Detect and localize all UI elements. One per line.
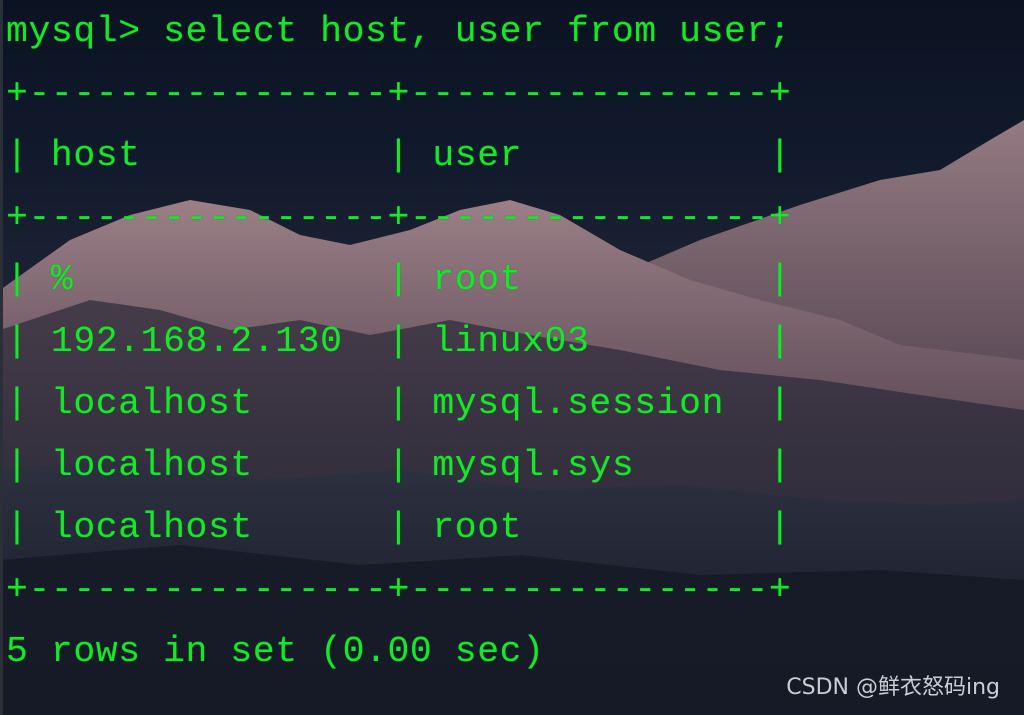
command-line: mysql> select host, user from user; — [6, 11, 792, 52]
table-header-row: | host | user | — [6, 135, 792, 176]
table-row: | localhost | mysql.session | — [6, 383, 792, 424]
table-bottom-border: +----------------+----------------+ — [6, 569, 792, 610]
table-row: | localhost | mysql.sys | — [6, 445, 792, 486]
table-row: | localhost | root | — [6, 507, 792, 548]
table-top-border: +----------------+----------------+ — [6, 73, 792, 114]
table-header-border: +----------------+----------------+ — [6, 197, 792, 238]
table-row: | % | root | — [6, 259, 792, 300]
table-row: | 192.168.2.130 | linux03 | — [6, 321, 792, 362]
result-summary: 5 rows in set (0.00 sec) — [6, 631, 545, 672]
terminal-window[interactable]: mysql> select host, user from user; +---… — [0, 0, 1024, 715]
csdn-watermark: CSDN @鲜衣怒码ing — [786, 675, 1000, 700]
window-left-border — [0, 0, 3, 715]
